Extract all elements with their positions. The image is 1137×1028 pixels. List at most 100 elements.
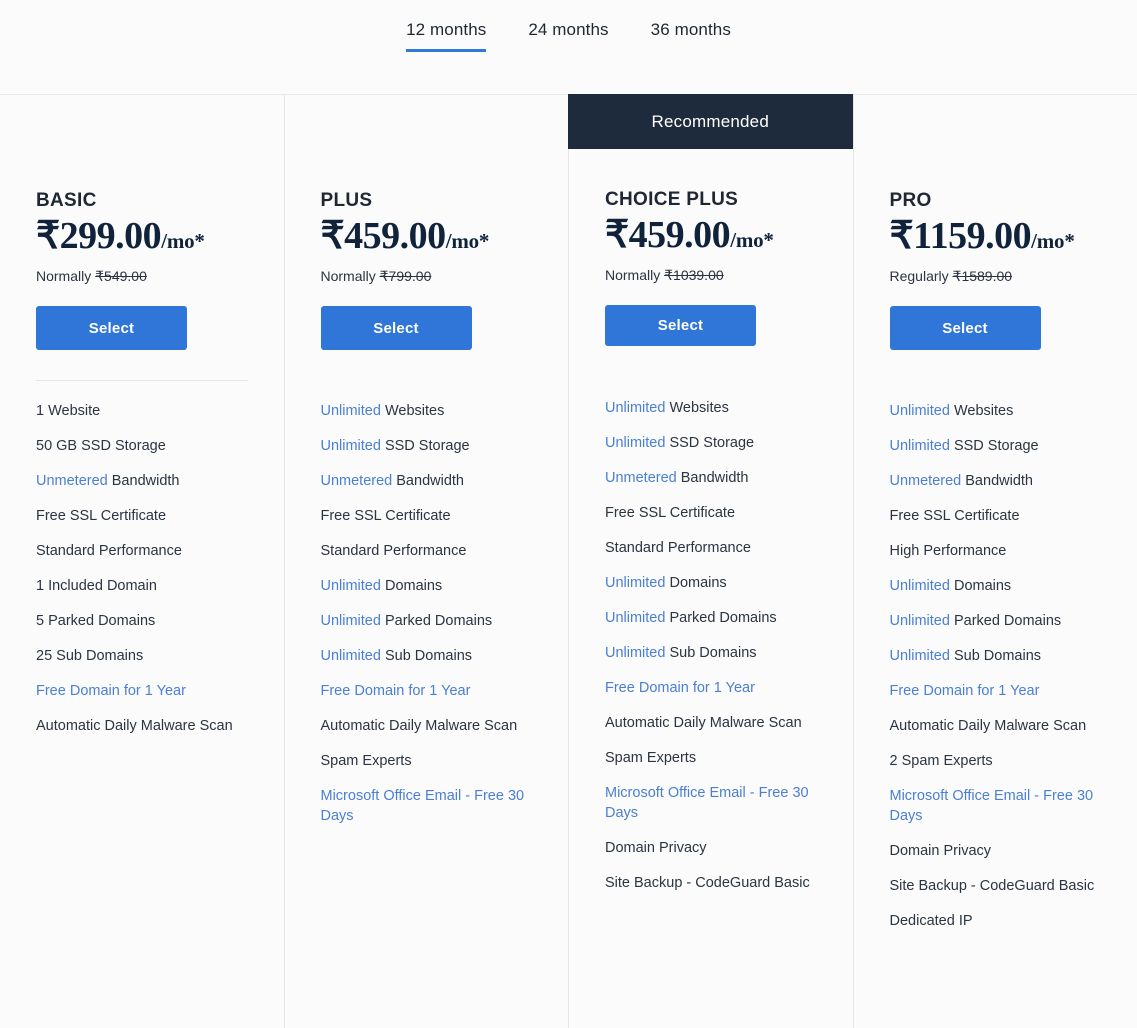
feature-list: Unlimited Websites Unlimited SSD Storage U… — [605, 398, 817, 893]
plan-regular-price-label: Normally — [36, 268, 92, 284]
feature-item: Unlimited Sub Domains — [890, 646, 1095, 666]
feature-item: Microsoft Office Email - Free 30 Days — [890, 786, 1095, 826]
plan-card-pro: PRO ₹1159.00/mo* Regularly ₹1589.00 Select U… — [853, 95, 1137, 1028]
feature-item: Unlimited SSD Storage — [605, 433, 810, 453]
feature-text: Site Backup - CodeGuard Basic — [889, 878, 1095, 894]
feature-item: Unlimited Parked Domains — [321, 611, 526, 631]
plan-card-body: CHOICE PLUS ₹459.00/mo* Normally ₹1039.00 S… — [605, 95, 817, 893]
feature-list: Unlimited Websites Unlimited SSD Storage U… — [321, 401, 533, 826]
billing-term-bar: 12 months 24 months 36 months — [0, 0, 1137, 94]
feature-text: Bandwidth — [107, 473, 180, 489]
feature-highlight: Unlimited — [605, 400, 666, 416]
feature-text: Domains — [665, 575, 727, 591]
plan-name: CHOICE PLUS — [605, 189, 739, 210]
feature-text: Websites — [380, 403, 445, 419]
feature-item: Free Domain for 1 Year — [890, 681, 1095, 701]
term-tab-24-months[interactable]: 24 months — [507, 19, 629, 41]
feature-text: 5 Parked Domains — [36, 613, 156, 629]
plan-card-basic: BASIC ₹299.00/mo* Normally ₹549.00 Select 1 … — [0, 95, 285, 1028]
feature-text: Standard Performance — [36, 543, 182, 559]
select-button-choice-plus[interactable]: Select — [605, 305, 756, 346]
feature-item: Unlimited Websites — [890, 401, 1095, 421]
term-tab-36-months[interactable]: 36 months — [630, 19, 752, 41]
feature-text: Sub Domains — [665, 645, 757, 661]
feature-item: Unlimited Domains — [605, 573, 810, 593]
feature-highlight: Free Domain for 1 Year — [605, 680, 755, 696]
select-button-pro[interactable]: Select — [889, 306, 1041, 350]
feature-text: Bandwidth — [392, 473, 464, 489]
feature-highlight: Microsoft Office Email - Free 30 Days — [320, 788, 525, 824]
plan-price-period: /mo* — [161, 229, 205, 253]
feature-item: Microsoft Office Email - Free 30 Days — [321, 786, 526, 826]
plan-name: PLUS — [320, 190, 373, 211]
feature-text: Automatic Daily Malware Scan — [605, 715, 802, 731]
plan-price: ₹1159.00/mo* — [890, 214, 1102, 258]
feature-item: Free SSL Certificate — [36, 506, 241, 526]
feature-highlight: Unlimited — [889, 438, 950, 454]
feature-text: Domains — [380, 578, 443, 594]
feature-item: Spam Experts — [605, 748, 810, 768]
feature-highlight: Unlimited — [889, 648, 950, 664]
feature-text: 50 GB SSD Storage — [36, 438, 166, 454]
select-button-basic[interactable]: Select — [36, 306, 187, 350]
feature-item: Unlimited SSD Storage — [890, 436, 1095, 456]
feature-text: Spam Experts — [605, 750, 697, 766]
feature-item: Dedicated IP — [890, 911, 1095, 931]
feature-text: Parked Domains — [949, 613, 1062, 629]
feature-list: 1 Website 50 GB SSD Storage Unmetered Band… — [36, 401, 248, 736]
feature-item: Unmetered Bandwidth — [321, 471, 526, 491]
feature-item: Standard Performance — [36, 541, 241, 561]
feature-item: Unlimited Sub Domains — [321, 646, 526, 666]
plan-price-period: /mo* — [445, 229, 490, 253]
feature-item: Unmetered Bandwidth — [36, 471, 241, 491]
feature-text: Automatic Daily Malware Scan — [889, 718, 1087, 734]
recommended-ribbon: Recommended — [568, 94, 853, 149]
feature-item: Free Domain for 1 Year — [605, 678, 810, 698]
plan-card-body: PLUS ₹459.00/mo* Normally ₹799.00 Select Unl… — [320, 95, 533, 826]
feature-highlight: Unlimited — [320, 613, 381, 629]
feature-item: Automatic Daily Malware Scan — [321, 716, 526, 736]
feature-item: Unmetered Bandwidth — [605, 468, 810, 488]
plan-card-body: PRO ₹1159.00/mo* Regularly ₹1589.00 Select U… — [889, 95, 1102, 931]
feature-highlight: Unlimited — [320, 578, 381, 594]
feature-text: Automatic Daily Malware Scan — [320, 718, 518, 734]
feature-item: Free Domain for 1 Year — [36, 681, 241, 701]
pricing-page: 12 months 24 months 36 months BASIC ₹299.00… — [0, 0, 1137, 1028]
plan-regular-price: Normally ₹1039.00 — [605, 265, 817, 285]
feature-item: Unlimited Websites — [605, 398, 810, 418]
feature-item: Site Backup - CodeGuard Basic — [890, 876, 1095, 896]
feature-text: SSD Storage — [665, 435, 755, 451]
feature-item: Site Backup - CodeGuard Basic — [605, 873, 810, 893]
plan-regular-price-value: ₹1589.00 — [952, 268, 1013, 284]
select-button-plus[interactable]: Select — [320, 306, 472, 350]
card-divider — [36, 380, 248, 381]
feature-item: Microsoft Office Email - Free 30 Days — [605, 783, 810, 823]
plan-regular-price-value: ₹549.00 — [95, 268, 147, 284]
term-tab-12-months[interactable]: 12 months — [385, 19, 507, 52]
feature-highlight: Unlimited — [889, 578, 950, 594]
feature-highlight: Unlimited — [889, 613, 950, 629]
feature-item: Free Domain for 1 Year — [321, 681, 526, 701]
feature-item: 2 Spam Experts — [890, 751, 1095, 771]
feature-item: Automatic Daily Malware Scan — [890, 716, 1095, 736]
feature-highlight: Unlimited — [605, 645, 666, 661]
feature-highlight: Unmetered — [889, 473, 962, 489]
plan-price-amount: ₹299.00 — [36, 215, 162, 257]
feature-text: Sub Domains — [380, 648, 473, 664]
feature-item: 1 Website — [36, 401, 241, 421]
feature-item: Standard Performance — [605, 538, 810, 558]
plan-regular-price-label: Normally — [320, 268, 376, 284]
plan-regular-price: Regularly ₹1589.00 — [890, 266, 1102, 286]
card-divider — [321, 380, 533, 381]
feature-text: 2 Spam Experts — [889, 753, 993, 769]
feature-text: Standard Performance — [320, 543, 467, 559]
billing-term-tabs: 12 months 24 months 36 months — [385, 19, 752, 52]
feature-highlight: Free Domain for 1 Year — [36, 683, 186, 699]
feature-item: Unlimited Websites — [321, 401, 526, 421]
feature-highlight: Unlimited — [605, 610, 666, 626]
feature-text: Websites — [665, 400, 729, 416]
feature-text: Free SSL Certificate — [36, 508, 167, 524]
feature-item: Free SSL Certificate — [890, 506, 1095, 526]
feature-text: Domain Privacy — [889, 843, 992, 859]
feature-item: Standard Performance — [321, 541, 526, 561]
